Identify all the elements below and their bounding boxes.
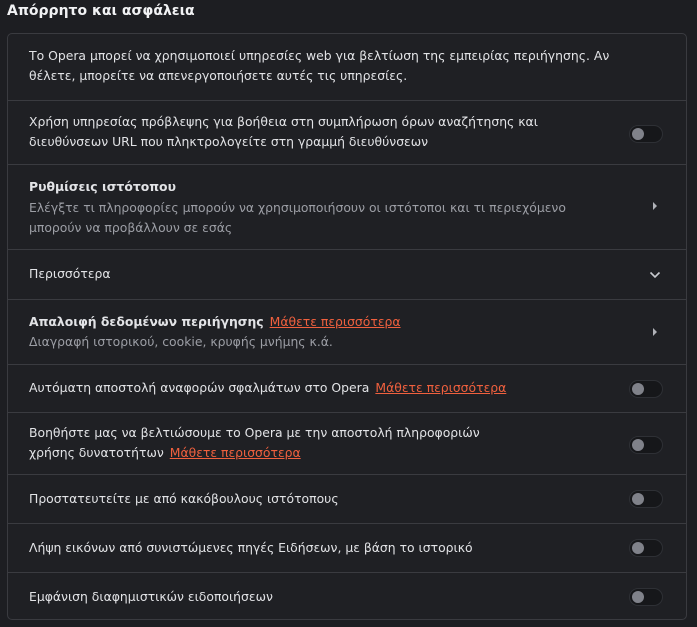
news-images-row[interactable]: Λήψη εικόνων από συνιστώμενες πηγές Ειδή… bbox=[8, 523, 686, 572]
toggle-knob bbox=[632, 493, 644, 505]
more-label: Περισσότερα bbox=[29, 266, 111, 281]
prediction-toggle[interactable] bbox=[629, 125, 663, 143]
news-images-toggle[interactable] bbox=[629, 539, 663, 557]
promo-notifications-toggle[interactable] bbox=[629, 588, 663, 606]
more-row[interactable]: Περισσότερα bbox=[8, 249, 686, 299]
site-settings-subtitle: Ελέγξτε τι πληροφορίες μπορούν να χρησιμ… bbox=[29, 200, 566, 235]
usage-stats-learn-more-link[interactable]: Μάθετε περισσότερα bbox=[170, 445, 301, 460]
news-images-text: Λήψη εικόνων από συνιστώμενες πηγές Ειδή… bbox=[29, 540, 473, 555]
clear-data-title: Απαλοιφή δεδομένων περιήγησης bbox=[29, 314, 264, 329]
crash-reports-text: Αυτόματη αποστολή αναφορών σφαλμάτων στο… bbox=[29, 380, 370, 395]
usage-stats-toggle[interactable] bbox=[629, 436, 663, 454]
prediction-row[interactable]: Χρήση υπηρεσίας πρόβλεψης για βοήθεια στ… bbox=[8, 100, 686, 164]
malicious-protection-row[interactable]: Προστατευτείτε με από κακόβουλους ιστότο… bbox=[8, 474, 686, 523]
crash-reports-line: Αυτόματη αποστολή αναφορών σφαλμάτων στο… bbox=[29, 378, 619, 398]
clear-data-title-line: Απαλοιφή δεδομένων περιήγησης Μάθετε περι… bbox=[29, 312, 619, 332]
crash-reports-row[interactable]: Αυτόματη αποστολή αναφορών σφαλμάτων στο… bbox=[8, 364, 686, 412]
toggle-knob bbox=[632, 383, 644, 395]
chevron-down-icon[interactable] bbox=[648, 268, 662, 282]
toggle-knob bbox=[632, 542, 644, 554]
clear-data-row[interactable]: Απαλοιφή δεδομένων περιήγησης Μάθετε περι… bbox=[8, 299, 686, 364]
intro-text: Το Opera μπορεί να χρησιμοποιεί υπηρεσίε… bbox=[29, 48, 610, 83]
site-settings-title: Ρυθμίσεις ιστότοπου bbox=[29, 179, 176, 194]
malicious-protection-toggle[interactable] bbox=[629, 490, 663, 508]
clear-data-subtitle: Διαγραφή ιστορικού, cookie, κρυφής μνήμη… bbox=[29, 334, 333, 349]
crash-reports-toggle[interactable] bbox=[629, 380, 663, 398]
site-settings-row[interactable]: Ρυθμίσεις ιστότοπου Ελέγξτε τι πληροφορί… bbox=[8, 164, 686, 249]
clear-data-learn-more-link[interactable]: Μάθετε περισσότερα bbox=[270, 314, 401, 329]
intro-row: Το Opera μπορεί να χρησιμοποιεί υπηρεσίε… bbox=[8, 34, 686, 100]
usage-stats-line: Βοηθήστε μας να βελτιώσουμε το Opera με … bbox=[29, 423, 509, 463]
prediction-text: Χρήση υπηρεσίας πρόβλεψης για βοήθεια στ… bbox=[29, 114, 538, 149]
crash-reports-learn-more-link[interactable]: Μάθετε περισσότερα bbox=[375, 380, 506, 395]
toggle-knob bbox=[632, 439, 644, 451]
malicious-protection-text: Προστατευτείτε με από κακόβουλους ιστότο… bbox=[29, 491, 339, 506]
promo-notifications-text: Εμφάνιση διαφημιστικών ειδοποιήσεων bbox=[29, 589, 273, 604]
usage-stats-row[interactable]: Βοηθήστε μας να βελτιώσουμε το Opera με … bbox=[8, 412, 686, 474]
privacy-security-card: Το Opera μπορεί να χρησιμοποιεί υπηρεσίε… bbox=[7, 33, 687, 620]
toggle-knob bbox=[632, 591, 644, 603]
toggle-knob bbox=[632, 128, 644, 140]
promo-notifications-row[interactable]: Εμφάνιση διαφημιστικών ειδοποιήσεων bbox=[8, 572, 686, 619]
chevron-right-icon[interactable] bbox=[648, 325, 662, 339]
chevron-right-icon[interactable] bbox=[648, 199, 662, 213]
section-title: Απόρρητο και ασφάλεια bbox=[7, 3, 195, 19]
